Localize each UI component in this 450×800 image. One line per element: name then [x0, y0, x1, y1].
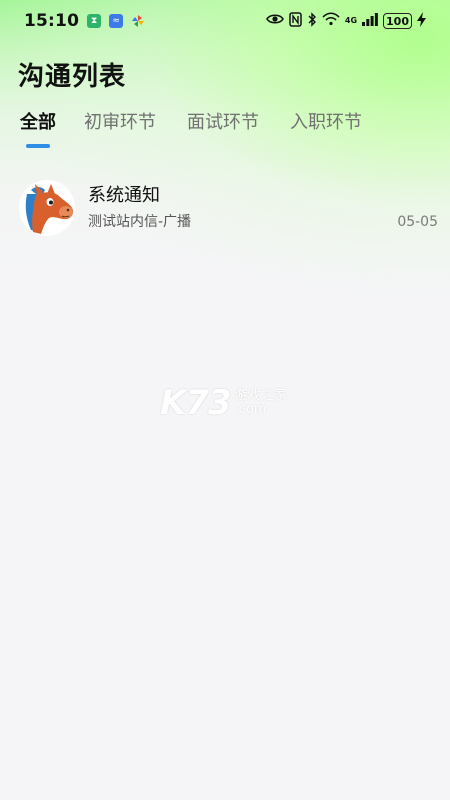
tab-onboarding-label: 入职环节 — [290, 112, 362, 133]
watermark-line1: 游戏之家 — [234, 388, 287, 404]
page-title: 沟通列表 — [18, 62, 127, 92]
watermark-line2: .com — [234, 402, 267, 417]
status-left: 15:10 ⧗ ≈ — [24, 11, 145, 31]
status-bar: 15:10 ⧗ ≈ 4G 100 — [0, 0, 450, 42]
hourglass-app-icon: ⧗ — [87, 14, 102, 28]
tab-preliminary-review-label: 初审环节 — [84, 112, 156, 133]
conversation-list: 系统通知 测试站内信-广播 05-05 — [0, 172, 450, 244]
conversation-date: 05-05 — [397, 214, 438, 230]
tab-all-label: 全部 — [20, 112, 56, 133]
tab-preliminary-review[interactable]: 初审环节 — [84, 110, 156, 150]
eye-icon — [265, 12, 284, 30]
watermark-logo: K73 — [160, 383, 232, 423]
active-tab-indicator — [26, 144, 50, 148]
watermark: K73 游戏之家 .com — [160, 383, 287, 423]
tab-bar: 全部 初审环节 面试环节 入职环节 — [0, 110, 450, 154]
conversation-title: 系统通知 — [88, 185, 160, 206]
horse-avatar-icon — [19, 180, 75, 236]
bluetooth-icon — [307, 11, 317, 31]
charging-icon — [417, 11, 426, 31]
watermark-text: 游戏之家 .com — [235, 389, 287, 416]
status-time: 15:10 — [24, 11, 80, 31]
conversation-preview: 测试站内信-广播 — [88, 214, 192, 230]
tab-interview-label: 面试环节 — [187, 112, 259, 133]
network-type-label: 4G — [344, 16, 358, 25]
status-right: 4G 100 — [265, 11, 426, 31]
tab-onboarding[interactable]: 入职环节 — [290, 110, 362, 150]
conversation-item-system-notice[interactable]: 系统通知 测试站内信-广播 05-05 — [0, 172, 450, 244]
tab-all[interactable]: 全部 — [20, 110, 56, 150]
network-type: 4G — [345, 17, 357, 25]
tab-interview[interactable]: 面试环节 — [187, 110, 259, 150]
signal-icon — [362, 12, 378, 30]
nfc-icon — [289, 11, 302, 31]
wifi-icon — [322, 12, 340, 30]
battery-icon: 100 — [383, 13, 412, 29]
pinwheel-app-icon — [131, 14, 145, 28]
wave-app-icon: ≈ — [109, 14, 124, 28]
battery-level: 100 — [386, 14, 409, 28]
